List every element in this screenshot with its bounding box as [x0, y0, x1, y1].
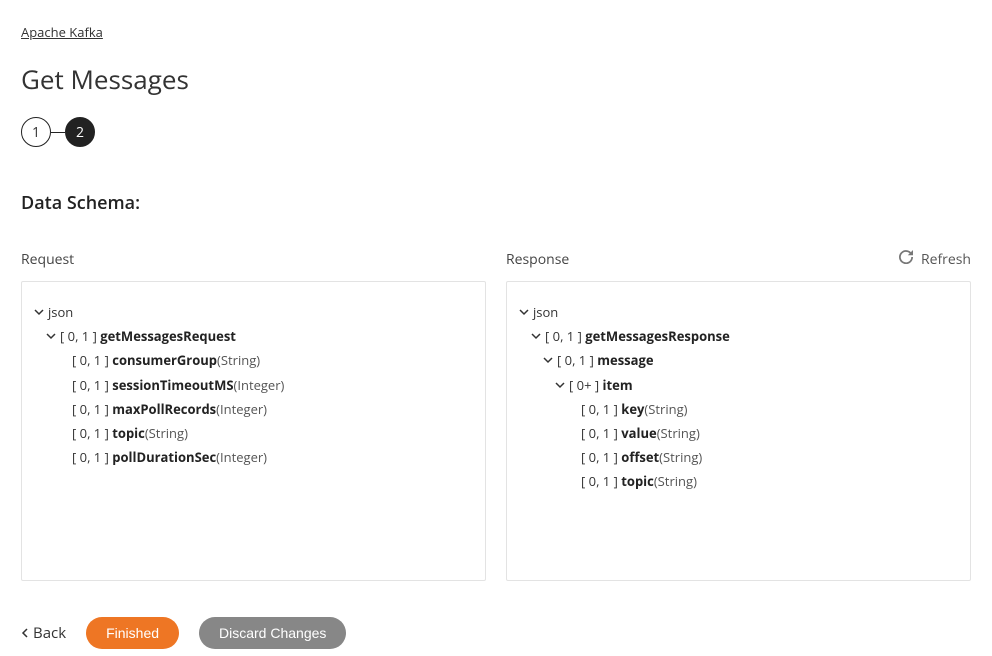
chevron-down-icon[interactable] — [527, 331, 545, 341]
tree-name: pollDurationSec — [112, 448, 216, 466]
chevron-down-icon[interactable] — [515, 307, 533, 317]
request-column: Request json [ 0, 1 ] getMessagesR — [21, 249, 486, 581]
tree-prefix: [ 0, 1 ] — [545, 327, 582, 345]
section-title: Data Schema: — [21, 191, 971, 215]
tree-name: offset — [621, 448, 659, 466]
tree-name: topic — [112, 424, 145, 442]
tree-name: message — [597, 351, 653, 369]
tree-leaf: [ 0, 1 ] maxPollRecords (Integer) — [54, 397, 469, 421]
refresh-icon — [899, 250, 913, 269]
tree-prefix: [ 0, 1 ] — [72, 400, 109, 418]
tree-leaf: [ 0, 1 ] sessionTimeoutMS (Integer) — [54, 373, 469, 397]
tree-type: (Integer) — [234, 376, 285, 394]
tree-leaf: [ 0, 1 ] pollDurationSec (Integer) — [54, 445, 469, 469]
tree-type: (String) — [657, 424, 700, 442]
response-schema-box: json [ 0, 1 ] getMessagesResponse — [506, 281, 971, 581]
tree-prefix: [ 0, 1 ] — [72, 424, 109, 442]
page-title: Get Messages — [21, 61, 971, 97]
chevron-left-icon — [21, 623, 29, 643]
tree-prefix: [ 0, 1 ] — [72, 448, 109, 466]
tree-type: (Integer) — [216, 448, 267, 466]
response-label: Response — [506, 250, 569, 269]
tree-prefix: [ 0, 1 ] — [60, 327, 97, 345]
tree-leaf: [ 0, 1 ] topic (String) — [54, 421, 469, 445]
tree-prefix: [ 0, 1 ] — [581, 472, 618, 490]
tree-root-label: json — [533, 303, 558, 321]
request-children: [ 0, 1 ] consumerGroup (String)[ 0, 1 ] … — [42, 348, 469, 469]
tree-prefix: [ 0, 1 ] — [581, 448, 618, 466]
tree-type: (String) — [654, 472, 697, 490]
tree-name: key — [621, 400, 644, 418]
tree-name: topic — [621, 472, 654, 490]
tree-name: getMessagesResponse — [585, 327, 730, 345]
breadcrumb-link[interactable]: Apache Kafka — [21, 23, 103, 41]
chevron-down-icon[interactable] — [539, 355, 557, 365]
step-connector — [51, 132, 65, 133]
tree-name: consumerGroup — [112, 351, 217, 369]
tree-leaf: [ 0, 1 ] offset (String) — [563, 445, 954, 469]
tree-root-label: json — [48, 303, 73, 321]
chevron-down-icon[interactable] — [42, 331, 60, 341]
tree-prefix: [ 0, 1 ] — [581, 424, 618, 442]
tree-name: item — [603, 376, 633, 394]
tree-leaf: [ 0, 1 ] consumerGroup (String) — [54, 348, 469, 372]
tree-name: sessionTimeoutMS — [112, 376, 233, 394]
chevron-down-icon[interactable] — [551, 380, 569, 390]
refresh-button[interactable]: Refresh — [899, 250, 971, 269]
chevron-down-icon[interactable] — [30, 307, 48, 317]
step-1[interactable]: 1 — [21, 117, 51, 147]
back-label: Back — [33, 623, 66, 643]
tree-name: maxPollRecords — [112, 400, 216, 418]
tree-name: getMessagesRequest — [100, 327, 236, 345]
step-2[interactable]: 2 — [65, 117, 95, 147]
tree-name: value — [621, 424, 656, 442]
request-schema-box: json [ 0, 1 ] getMessagesRequest [ 0, 1 … — [21, 281, 486, 581]
stepper: 1 2 — [21, 117, 971, 147]
tree-type: (String) — [217, 351, 260, 369]
footer: Back Finished Discard Changes — [21, 617, 971, 649]
response-column: Response Refresh json — [506, 249, 971, 581]
tree-type: (String) — [659, 448, 702, 466]
back-button[interactable]: Back — [21, 623, 66, 643]
tree-leaf: [ 0, 1 ] key (String) — [563, 397, 954, 421]
tree-prefix: [ 0, 1 ] — [72, 351, 109, 369]
discard-button[interactable]: Discard Changes — [199, 617, 346, 649]
tree-type: (String) — [145, 424, 188, 442]
tree-type: (Integer) — [216, 400, 267, 418]
tree-prefix: [ 0+ ] — [569, 376, 599, 394]
request-label: Request — [21, 250, 74, 269]
tree-prefix: [ 0, 1 ] — [581, 400, 618, 418]
tree-leaf: [ 0, 1 ] value (String) — [563, 421, 954, 445]
finished-button[interactable]: Finished — [86, 617, 179, 649]
tree-type: (String) — [644, 400, 687, 418]
response-children: [ 0, 1 ] key (String)[ 0, 1 ] value (Str… — [551, 397, 954, 494]
tree-prefix: [ 0, 1 ] — [557, 351, 594, 369]
tree-leaf: [ 0, 1 ] topic (String) — [563, 469, 954, 493]
tree-prefix: [ 0, 1 ] — [72, 376, 109, 394]
refresh-label: Refresh — [921, 250, 971, 269]
